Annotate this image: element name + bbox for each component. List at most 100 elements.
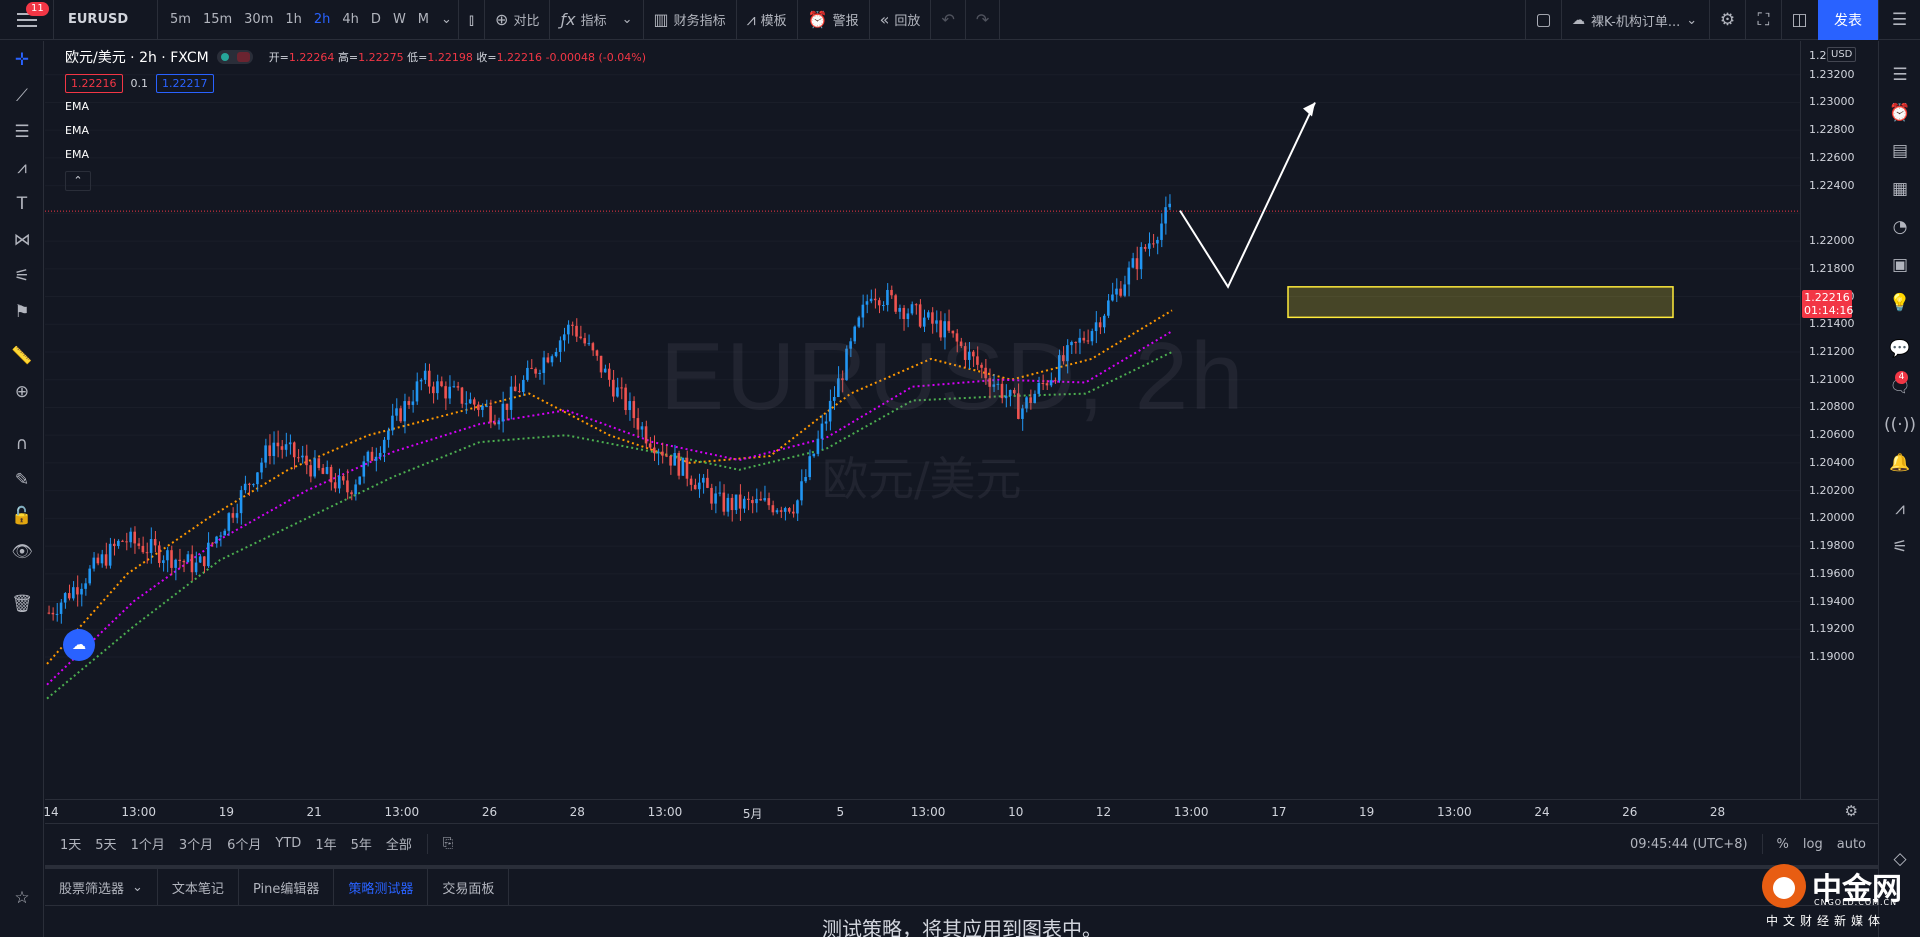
magnet-tool[interactable]: ∩: [11, 433, 33, 455]
candle-body: [882, 305, 885, 307]
timeframe-1h[interactable]: 1h: [279, 0, 308, 40]
percent-scale-toggle[interactable]: %: [1777, 837, 1789, 852]
pattern-tool[interactable]: ⩘: [11, 157, 33, 179]
tab-trading-panel[interactable]: 交易面板: [428, 869, 510, 905]
notifications-button[interactable]: 🔔: [1888, 451, 1912, 475]
tab-text-notes[interactable]: 文本笔记: [158, 869, 239, 905]
indicator-ema-1[interactable]: EMA: [65, 100, 646, 117]
range-ytd[interactable]: YTD: [268, 836, 308, 851]
order-panel-button[interactable]: ⚟: [1888, 535, 1912, 559]
saved-layout-select[interactable]: ☁ 裸K-机构订单... ⌄: [1561, 0, 1709, 40]
timeframe-dropdown-icon[interactable]: ⌄: [435, 0, 458, 40]
screenshot-button[interactable]: ◫: [1781, 0, 1817, 40]
chart-type-button[interactable]: ⫾: [457, 0, 484, 40]
tab-strategy-tester[interactable]: 策略测试器: [334, 869, 429, 905]
market-status-toggle[interactable]: [216, 50, 253, 64]
range-all[interactable]: 全部: [379, 834, 419, 853]
indicators-dropdown-icon[interactable]: ⌄: [622, 12, 633, 27]
chats-button[interactable]: 🗨 4: [1888, 371, 1912, 399]
replay-label: 回放: [894, 14, 921, 29]
price-axis[interactable]: 1.2 1.23200 1.23000 1.22800 1.22600 1.22400 1.…: [1800, 41, 1878, 799]
publish-button[interactable]: 发表: [1818, 0, 1878, 40]
hide-drawings-tool[interactable]: 👁: [11, 541, 33, 563]
supply-demand-zone[interactable]: [1287, 286, 1674, 319]
hotlist-button[interactable]: ◔: [1888, 215, 1912, 239]
trend-line-tool[interactable]: ⟋: [11, 85, 33, 107]
series-title[interactable]: 欧元/美元 · 2h · FXCM: [65, 47, 209, 67]
range-5d[interactable]: 5天: [88, 834, 123, 853]
tab-pine-editor[interactable]: Pine编辑器: [239, 869, 335, 905]
icon-tool[interactable]: ⚑: [11, 301, 33, 323]
timeframe-4h[interactable]: 4h: [336, 0, 365, 40]
broadcast-button[interactable]: ((·)): [1884, 413, 1916, 437]
fullscreen-button[interactable]: ⛶: [1745, 0, 1781, 40]
clock-time[interactable]: 09:45:44 (UTC+8): [1630, 837, 1748, 852]
indicators-button[interactable]: ƒx 指标 ⌄: [549, 0, 642, 40]
layout-cloud-icon[interactable]: ☁: [63, 629, 95, 661]
range-6m[interactable]: 6个月: [220, 834, 268, 853]
fib-retracement-tool[interactable]: ☰: [11, 121, 33, 143]
candle-body: [125, 541, 128, 543]
stay-in-drawing-mode-tool[interactable]: ✎: [11, 469, 33, 491]
watchlist-button[interactable]: ☰: [1888, 63, 1912, 87]
candle-body: [1164, 207, 1167, 224]
compare-button[interactable]: ⊕ 对比: [484, 0, 549, 40]
redo-button[interactable]: ↷: [964, 0, 1001, 40]
chevron-down-icon: ⌄: [1686, 12, 1698, 28]
favorites-tool[interactable]: ☆: [11, 887, 33, 909]
auto-scale-toggle[interactable]: auto: [1837, 837, 1866, 852]
ideas-button[interactable]: 💡: [1888, 291, 1912, 315]
range-1d[interactable]: 1天: [53, 834, 88, 853]
goto-date-button[interactable]: ⎘: [436, 836, 460, 851]
news-button[interactable]: ▦: [1888, 177, 1912, 201]
chart-settings-icon[interactable]: ⚙: [1845, 802, 1858, 820]
timeframe-30m[interactable]: 30m: [238, 0, 279, 40]
calendar-button[interactable]: ▣: [1888, 253, 1912, 277]
watchlist-toggle-button[interactable]: ☰: [1878, 0, 1920, 40]
financials-button[interactable]: ▥ 财务指标: [642, 0, 736, 40]
settings-button[interactable]: ⚙: [1709, 0, 1745, 40]
tab-stock-screener[interactable]: 股票筛选器 ⌄: [45, 869, 158, 905]
indicator-ema-3[interactable]: EMA: [65, 148, 646, 165]
symbol-search-button[interactable]: EURUSD: [54, 0, 158, 40]
undo-button[interactable]: ↶: [930, 0, 964, 40]
time-axis[interactable]: 14 13:00 19 21 13:00 26 28 13:00 5月 5 13:00 10 12 13:…: [43, 799, 1878, 823]
data-window-button[interactable]: ▤: [1888, 139, 1912, 163]
text-tool[interactable]: T: [11, 193, 33, 215]
timeframe-2h[interactable]: 2h: [308, 0, 337, 40]
timeframe-15m[interactable]: 15m: [197, 0, 238, 40]
forecast-tool[interactable]: ⚟: [11, 265, 33, 287]
xabcd-tool[interactable]: ⋈: [11, 229, 33, 251]
crosshair-tool[interactable]: ✛: [11, 49, 33, 71]
streams-button[interactable]: 💬: [1888, 337, 1912, 361]
templates-button[interactable]: ⩘ 模板: [735, 0, 797, 40]
range-3m[interactable]: 3个月: [172, 834, 220, 853]
layout-button[interactable]: ▢: [1525, 0, 1561, 40]
range-5y[interactable]: 5年: [344, 834, 379, 853]
range-1y[interactable]: 1年: [308, 834, 343, 853]
timeframe-5m[interactable]: 5m: [164, 0, 197, 40]
remove-drawings-tool[interactable]: 🗑: [11, 593, 33, 615]
log-scale-toggle[interactable]: log: [1803, 837, 1823, 852]
depth-of-market-button[interactable]: ⩘: [1888, 497, 1912, 521]
buy-price-button[interactable]: 1.22217: [156, 74, 214, 93]
lock-drawings-tool[interactable]: 🔓: [11, 505, 33, 527]
hotlist-icon: ◔: [1892, 217, 1908, 237]
replay-button[interactable]: « 回放: [868, 0, 931, 40]
timeframe-w[interactable]: W: [387, 0, 412, 40]
collapse-indicators-button[interactable]: ⌃: [65, 171, 91, 191]
main-menu-button[interactable]: 11: [0, 0, 54, 40]
indicator-ema-2[interactable]: EMA: [65, 124, 646, 141]
zoom-tool[interactable]: ⊕: [11, 381, 33, 403]
candle-body: [689, 478, 693, 485]
alert-button[interactable]: ⏰ 警报: [796, 0, 869, 40]
timeframe-m[interactable]: M: [412, 0, 435, 40]
timeframe-d[interactable]: D: [365, 0, 387, 40]
range-1m[interactable]: 1个月: [124, 834, 172, 853]
currency-label[interactable]: USD: [1827, 47, 1857, 62]
candle-body: [415, 381, 419, 402]
measure-tool[interactable]: 📏: [11, 345, 33, 367]
alerts-panel-button[interactable]: ⏰: [1888, 101, 1912, 125]
sell-price-button[interactable]: 1.22216: [65, 74, 123, 93]
price-tick-label: 1.23200: [1809, 67, 1855, 81]
